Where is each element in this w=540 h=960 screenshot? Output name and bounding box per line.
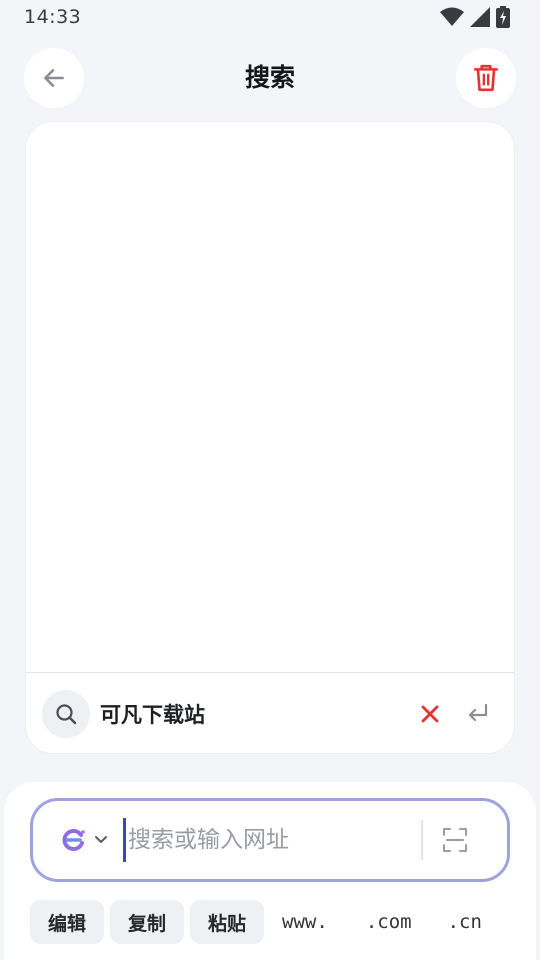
battery-charging-icon — [496, 6, 510, 28]
scan-icon — [443, 828, 467, 852]
history-list — [26, 122, 514, 672]
status-time: 14:33 — [24, 6, 82, 28]
status-icons — [440, 6, 510, 28]
status-bar: 14:33 — [0, 0, 540, 34]
edit-button[interactable]: 编辑 — [30, 900, 105, 944]
copy-button[interactable]: 复制 — [110, 900, 185, 944]
clear-history-button[interactable] — [456, 48, 516, 108]
history-card: 可凡下载站 — [25, 121, 515, 754]
history-item-delete-button[interactable] — [410, 694, 450, 734]
cell-signal-icon — [470, 7, 490, 27]
history-item-text: 可凡下载站 — [100, 703, 205, 727]
insert-com-button[interactable]: .com — [366, 900, 412, 944]
search-screen: 14:33 搜索 可凡下载站 搜索或输入网址 编辑 复制 粘贴 www. .co… — [0, 0, 540, 960]
close-icon — [421, 705, 439, 723]
chevron-down-icon[interactable] — [93, 832, 109, 848]
wifi-icon — [440, 7, 464, 26]
insert-www-button[interactable]: www. — [282, 900, 328, 944]
enter-arrow-icon — [468, 703, 488, 722]
trash-icon — [473, 64, 499, 92]
history-search-badge — [42, 690, 90, 738]
scan-button[interactable] — [441, 826, 469, 854]
history-item[interactable]: 可凡下载站 — [26, 673, 514, 753]
search-box — [30, 798, 510, 882]
search-box-separator — [421, 820, 423, 860]
insert-cn-button[interactable]: .cn — [448, 900, 482, 944]
quick-action-row: 编辑 复制 粘贴 www. .com .cn — [30, 900, 482, 944]
paste-button[interactable]: 粘贴 — [190, 900, 265, 944]
search-engine-selector[interactable] — [61, 827, 87, 853]
history-item-fill-button[interactable] — [458, 694, 498, 734]
search-input[interactable] — [123, 818, 413, 862]
search-engine-logo-icon — [62, 829, 85, 851]
search-icon — [56, 704, 77, 725]
